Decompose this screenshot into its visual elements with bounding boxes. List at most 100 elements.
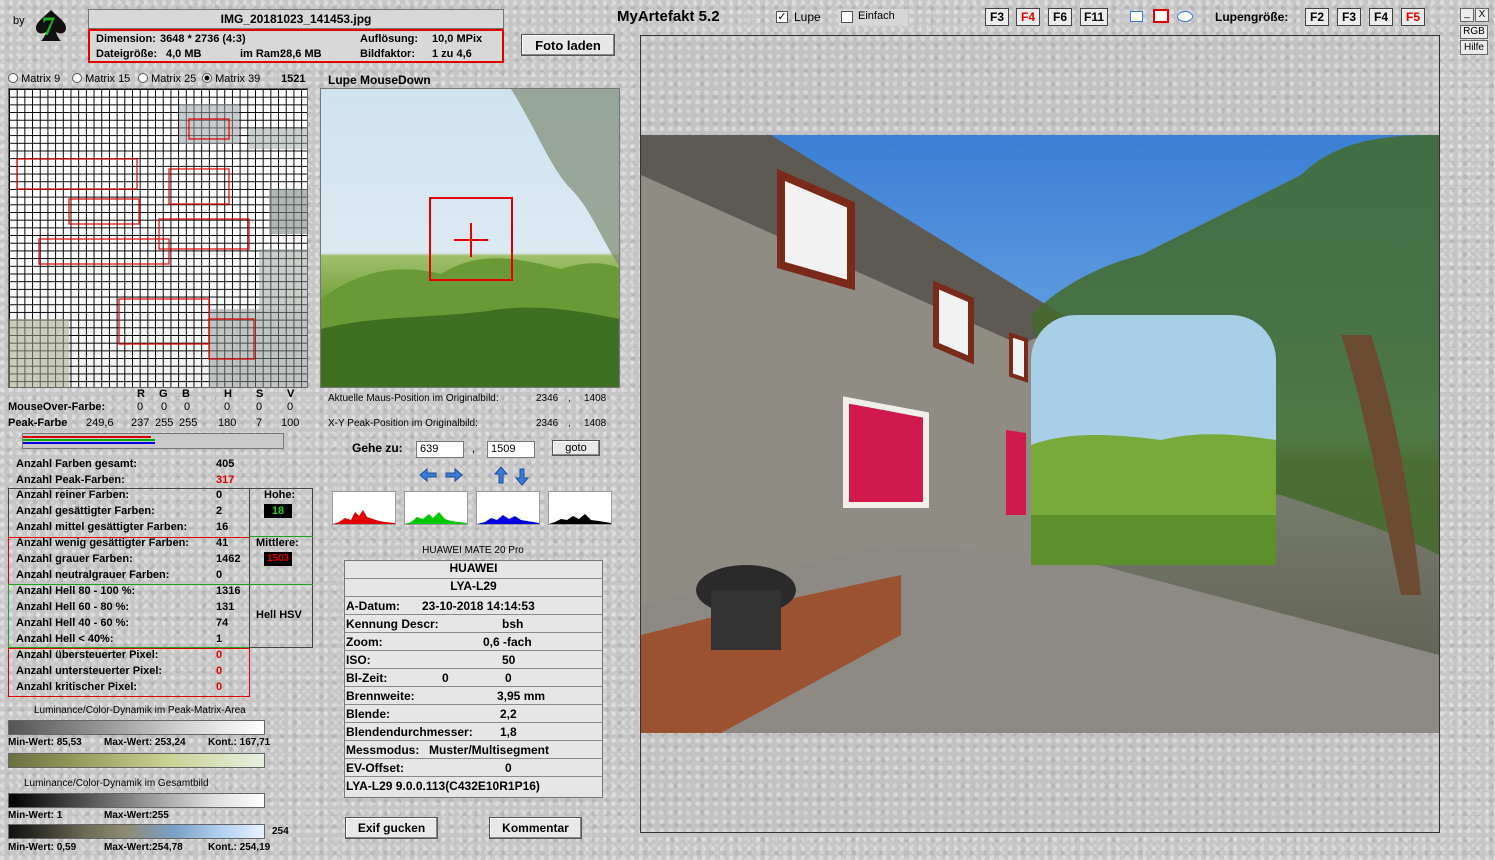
lupe-image[interactable] — [320, 88, 620, 388]
shape-square-icon[interactable] — [1130, 11, 1143, 22]
peak-color-gradient — [8, 753, 265, 768]
file-name-box: IMG_20181023_141453.jpg — [88, 9, 504, 29]
stat-neutral-label: Anzahl neutralgrauer Farben: — [16, 569, 170, 581]
b-bar — [23, 442, 155, 444]
logo: 7 — [33, 8, 69, 42]
arrow-right-icon[interactable] — [444, 467, 464, 486]
lupen-f5-key[interactable]: F5 — [1401, 8, 1425, 26]
matrix-15-radio[interactable]: Matrix 15 — [72, 73, 130, 85]
exif-date-label: A-Datum: — [346, 599, 400, 613]
matrix-39-radio[interactable]: Matrix 39 — [202, 73, 260, 85]
stat-over-value: 0 — [216, 649, 223, 661]
f6-key[interactable]: F6 — [1048, 8, 1072, 26]
resolution-label: Auflösung: — [360, 33, 419, 45]
matrix-9-radio[interactable]: Matrix 9 — [8, 73, 60, 85]
ram-value: 28,6 MB — [280, 48, 322, 60]
lupen-f3-key[interactable]: F3 — [1337, 8, 1361, 26]
goto-x-input[interactable]: 639 — [416, 441, 464, 458]
arrow-left-icon[interactable] — [418, 467, 438, 486]
shape-ellipse-icon[interactable] — [1177, 11, 1193, 22]
lupen-f2-key[interactable]: F2 — [1305, 8, 1329, 26]
comment-button[interactable]: Kommentar — [489, 817, 582, 839]
radio-icon[interactable] — [8, 73, 18, 83]
exif-firmware-row: LYA-L29 9.0.0.113(C432E10R1P16) — [345, 777, 602, 795]
shape-rect-red-icon[interactable] — [1153, 9, 1169, 23]
main-photo[interactable] — [641, 135, 1439, 733]
exif-date-value: 23-10-2018 14:14:53 — [422, 599, 535, 613]
peak-farben-value: 317 — [216, 474, 235, 486]
goto-sep: , — [472, 443, 476, 455]
stat-under-label: Anzahl untersteuerter Pixel: — [16, 665, 163, 677]
lupe-checkbox[interactable]: ✓ Lupe — [776, 10, 844, 26]
f11-key[interactable]: F11 — [1080, 8, 1108, 26]
total-kont2: Kont.: 254,19 — [208, 842, 271, 853]
checkbox-checked-icon[interactable]: ✓ — [776, 11, 788, 23]
peak-pos-x: 2346 — [536, 418, 559, 429]
peak-pos-y: 1408 — [584, 418, 607, 429]
exif-button[interactable]: Exif gucken — [345, 817, 438, 839]
color-matrix-grid[interactable] — [8, 88, 308, 388]
pk-r: 237 — [131, 417, 150, 429]
einfach-checkbox[interactable]: Einfach — [838, 9, 908, 26]
exif-model-row: LYA-L29 — [345, 579, 602, 597]
mittlere-value: 1503 — [264, 552, 292, 566]
minimize-button[interactable]: _ — [1460, 8, 1474, 22]
matrix-39-label: Matrix 39 — [215, 73, 261, 85]
exif-metering-label: Messmodus: — [346, 743, 420, 757]
exif-date-row: A-Datum: 23-10-2018 14:14:53 — [345, 597, 602, 615]
mo-b: 0 — [184, 401, 191, 413]
f4-key[interactable]: F4 — [1016, 8, 1040, 26]
rgb-button[interactable]: RGB — [1460, 25, 1488, 39]
total-luminance-gradient — [8, 793, 265, 808]
arrow-down-icon[interactable] — [514, 467, 530, 490]
stats-rows: Anzahl reiner Farben: 0 Anzahl gesättigt… — [0, 488, 320, 698]
stat-gesaettigt-label: Anzahl gesättigter Farben: — [16, 505, 155, 517]
mo-h: 0 — [224, 401, 231, 413]
close-button[interactable]: X — [1475, 8, 1489, 22]
matrix-25-label: Matrix 25 — [151, 73, 197, 85]
hohe-value: 18 — [264, 504, 292, 518]
mo-v: 0 — [287, 401, 294, 413]
stat-grau-value: 1462 — [216, 553, 241, 565]
image-viewer[interactable] — [640, 35, 1440, 833]
arrow-up-icon[interactable] — [493, 465, 509, 488]
factor-value: 1 zu 4,6 — [432, 48, 472, 60]
stat-over-label: Anzahl übersteuerter Pixel: — [16, 649, 159, 661]
stat-mittel-label: Anzahl mittel gesättigter Farben: — [16, 521, 188, 533]
peak-dynamics-title: Luminance/Color-Dynamik im Peak-Matrix-A… — [34, 705, 246, 716]
goto-label: Gehe zu: — [352, 441, 403, 455]
radio-selected-icon[interactable] — [202, 73, 212, 83]
checkbox-empty-icon[interactable] — [841, 11, 853, 23]
col-r: R — [137, 388, 145, 400]
current-pos-label: Aktuelle Maus-Position im Originalbild: — [328, 393, 499, 404]
peak-min: Min-Wert: 85,53 — [8, 737, 82, 748]
stat-reiner-label: Anzahl reiner Farben: — [16, 489, 130, 501]
load-photo-button[interactable]: Foto laden — [521, 34, 615, 56]
mittlere-label: Mittlere: — [256, 537, 299, 549]
lupen-size-label: Lupengröße: — [1215, 10, 1289, 24]
exif-firmware: LYA-L29 9.0.0.113(C432E10R1P16) — [346, 779, 540, 793]
exif-descr-value: bsh — [502, 617, 524, 631]
lupen-f4-key[interactable]: F4 — [1369, 8, 1393, 26]
stat-critical-label: Anzahl kritischer Pixel: — [16, 681, 138, 693]
stat-hell80-value: 1316 — [216, 585, 241, 597]
file-name: IMG_20181023_141453.jpg — [220, 12, 372, 26]
goto-y-input[interactable]: 1509 — [487, 441, 535, 458]
peak-farben-label: Anzahl Peak-Farben: — [16, 474, 125, 486]
exif-zoom-row: Zoom: 0,6 -fach — [345, 633, 602, 651]
radio-icon[interactable] — [72, 73, 82, 83]
stat-hell60-value: 131 — [216, 601, 235, 613]
radio-icon[interactable] — [138, 73, 148, 83]
f3-key[interactable]: F3 — [985, 8, 1009, 26]
col-s: S — [256, 388, 264, 400]
current-pos-x: 2346 — [536, 393, 559, 404]
hell-hsv-label: Hell HSV — [256, 609, 302, 621]
pk-g: 255 — [155, 417, 174, 429]
exif-focal-row: Brennweite: 3,95 mm — [345, 687, 602, 705]
help-button[interactable]: Hilfe — [1460, 40, 1488, 55]
goto-button[interactable]: goto — [552, 440, 600, 456]
matrix-25-radio[interactable]: Matrix 25 — [138, 73, 196, 85]
logo-number: 7 — [42, 12, 55, 41]
stat-grau-label: Anzahl grauer Farben: — [16, 553, 133, 565]
exif-descr-label: Kennung Descr: — [346, 617, 439, 631]
